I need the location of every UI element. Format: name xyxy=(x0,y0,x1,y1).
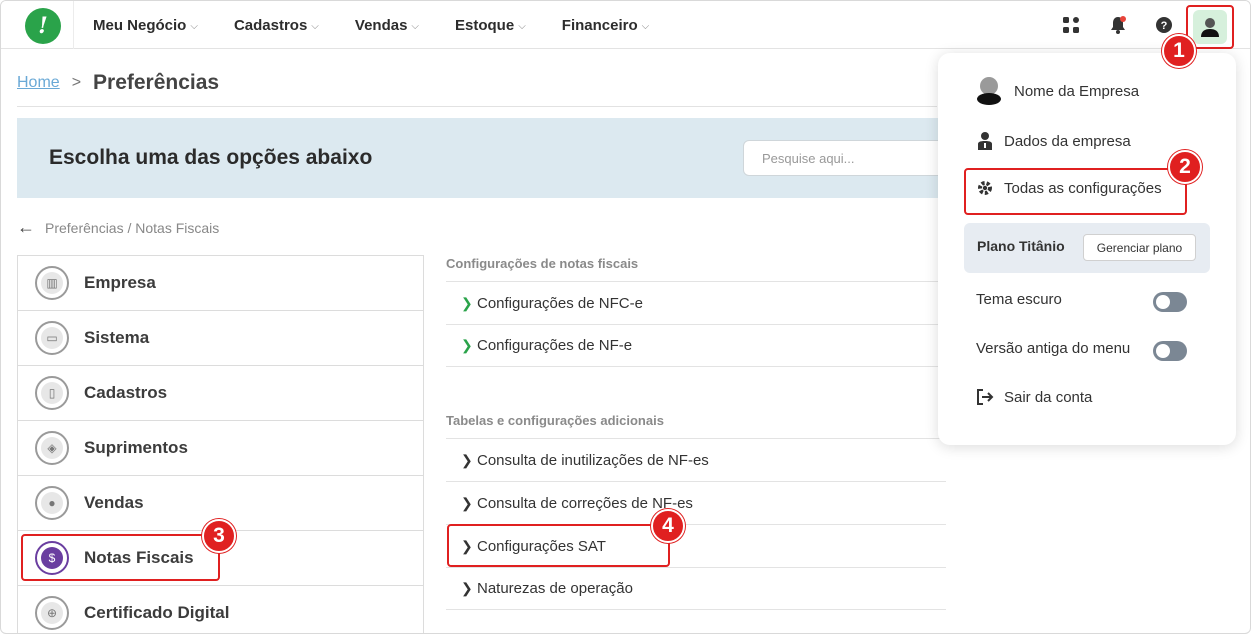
chevron-down-icon: ⌵ xyxy=(190,20,198,32)
nav-label: Financeiro xyxy=(561,16,638,34)
nav-label: Cadastros xyxy=(233,16,308,34)
chevron-down-icon: ⌵ xyxy=(311,20,319,32)
chevron-down-icon: ⌵ xyxy=(518,20,526,32)
row-label: Configurações de NFC-e xyxy=(477,294,643,312)
menu-item-label: Certificado Digital xyxy=(84,603,230,622)
logout-icon xyxy=(977,389,994,405)
user-dropdown-menu: Nome da Empresa Dados da empresa Todas a… xyxy=(938,53,1236,445)
box-icon: ◈ xyxy=(35,431,69,465)
chevron-right-icon: ❯ xyxy=(461,580,473,596)
menu-item-label: Empresa xyxy=(84,273,156,292)
manage-plan-button[interactable]: Gerenciar plano xyxy=(1083,234,1196,261)
row-config-nfce[interactable]: ❯ Configurações de NFC-e xyxy=(446,281,946,324)
step-marker-1: 1 xyxy=(1162,34,1196,68)
sub-breadcrumb: Preferências / Notas Fiscais xyxy=(45,219,220,236)
row-naturezas[interactable]: ❯ Naturezas de operação xyxy=(446,567,946,610)
dropdown-label: Dados da empresa xyxy=(1004,132,1131,150)
row-config-nfe[interactable]: ❯ Configurações de NF-e xyxy=(446,324,946,367)
nav-label: Vendas xyxy=(354,16,408,34)
step-marker-4: 4 xyxy=(651,509,685,543)
chevron-right-icon: ❯ xyxy=(461,337,473,353)
top-navbar: ! Meu Negócio ⌵ Cadastros ⌵ Vendas ⌵ Estoqu… xyxy=(1,1,1250,49)
row-label: Consulta de inutilizações de NF-es xyxy=(477,451,709,469)
main-nav: Meu Negócio ⌵ Cadastros ⌵ Vendas ⌵ Estoque ⌵… xyxy=(93,1,649,49)
dropdown-label: Sair da conta xyxy=(1004,388,1093,406)
row-correcoes[interactable]: ❯ Consulta de correções de NF-es xyxy=(446,481,946,524)
menu-item-suprimentos[interactable]: ◈ Suprimentos xyxy=(18,421,423,476)
step-marker-2: 2 xyxy=(1168,150,1202,184)
menu-item-label: Cadastros xyxy=(84,383,168,402)
dropdown-old-menu: Versão antiga do menu xyxy=(976,340,1130,357)
apps-icon[interactable] xyxy=(1059,13,1083,37)
dropdown-label: Tema escuro xyxy=(976,291,1062,308)
dropdown-label: Versão antiga do menu xyxy=(976,340,1131,357)
nav-item-meu-negocio[interactable]: Meu Negócio ⌵ xyxy=(93,17,198,34)
breadcrumb-home-link[interactable]: Home xyxy=(17,74,60,92)
dropdown-company[interactable]: Nome da Empresa xyxy=(976,77,1139,105)
book-icon: ▯ xyxy=(35,376,69,410)
divider xyxy=(73,1,74,49)
dropdown-dark-theme: Tema escuro xyxy=(976,291,1062,308)
chevron-down-icon: ⌵ xyxy=(641,20,650,32)
arrow-left-icon[interactable]: ← xyxy=(17,217,35,238)
chevron-down-icon: ⌵ xyxy=(411,20,420,32)
section-title-tabelas: Tabelas e configurações adicionais xyxy=(446,413,664,428)
menu-item-label: Vendas xyxy=(84,493,144,512)
back-navigation: ← Preferências / Notas Fiscais xyxy=(17,217,219,238)
search-placeholder: Pesquise aqui... xyxy=(762,150,855,166)
chevron-right-icon: ❯ xyxy=(461,294,473,311)
section-title-notas-fiscais: Configurações de notas fiscais xyxy=(446,256,639,271)
user-avatar-icon xyxy=(1193,10,1227,44)
app-logo-icon[interactable]: ! xyxy=(25,8,61,44)
plan-name: Plano Titânio xyxy=(977,238,1065,254)
nav-item-vendas[interactable]: Vendas ⌵ xyxy=(355,17,419,34)
dropdown-company-data[interactable]: Dados da empresa xyxy=(976,131,1131,151)
plan-card: Plano Titânio Gerenciar plano xyxy=(964,223,1210,273)
menu-item-certificado-digital[interactable]: ⊕ Certificado Digital xyxy=(18,586,423,633)
menu-item-label: Sistema xyxy=(84,328,150,347)
bell-icon[interactable] xyxy=(1106,13,1130,37)
row-label: Consulta de correções de NF-es xyxy=(477,494,693,512)
row-label: Naturezas de operação xyxy=(477,580,633,597)
menu-item-empresa[interactable]: ▥ Empresa xyxy=(18,256,423,311)
menu-item-sistema[interactable]: ▭ Sistema xyxy=(18,311,423,366)
nav-item-estoque[interactable]: Estoque ⌵ xyxy=(455,17,526,34)
nav-label: Estoque xyxy=(455,16,515,34)
banner-title: Escolha uma das opções abaixo xyxy=(49,146,373,169)
lock-icon: ⊕ xyxy=(35,596,69,630)
old-menu-toggle[interactable] xyxy=(1153,341,1187,361)
menu-item-label: Suprimentos xyxy=(84,438,188,457)
svg-text:?: ? xyxy=(1161,20,1168,32)
breadcrumb: Home > Preferências xyxy=(17,71,219,95)
nav-item-financeiro[interactable]: Financeiro ⌵ xyxy=(562,17,649,34)
menu-item-cadastros[interactable]: ▯ Cadastros xyxy=(18,366,423,421)
divider xyxy=(17,106,937,107)
page-title: Preferências xyxy=(93,71,220,94)
app-window: ! Meu Negócio ⌵ Cadastros ⌵ Vendas ⌵ Estoqu… xyxy=(0,0,1251,634)
nav-label: Meu Negócio xyxy=(93,16,187,34)
row-label: Configurações de NF-e xyxy=(477,337,633,354)
dropdown-logout[interactable]: Sair da conta xyxy=(976,388,1092,406)
chevron-right-icon: ❯ xyxy=(461,451,473,468)
nav-item-cadastros[interactable]: Cadastros ⌵ xyxy=(234,17,319,34)
chevron-right-icon: ❯ xyxy=(461,494,473,511)
search-input[interactable]: Pesquise aqui... xyxy=(743,140,953,176)
company-avatar-icon xyxy=(976,77,1002,105)
chevron-right-icon: > xyxy=(71,74,82,91)
step-marker-3: 3 xyxy=(202,519,236,553)
user-badge-icon xyxy=(978,132,992,150)
highlight-box-3 xyxy=(21,534,220,581)
dark-theme-toggle[interactable] xyxy=(1153,292,1187,312)
highlight-box-4 xyxy=(447,524,670,567)
highlight-box-2 xyxy=(964,168,1187,215)
monitor-icon: ▭ xyxy=(35,321,69,355)
help-icon[interactable]: ? xyxy=(1152,13,1176,37)
users-icon: ● xyxy=(35,486,69,520)
options-banner: Escolha uma das opções abaixo Pesquise a… xyxy=(17,118,953,198)
building-icon: ▥ xyxy=(35,266,69,300)
row-inutilizacoes[interactable]: ❯ Consulta de inutilizações de NF-es xyxy=(446,438,946,481)
company-name: Nome da Empresa xyxy=(1014,82,1140,100)
